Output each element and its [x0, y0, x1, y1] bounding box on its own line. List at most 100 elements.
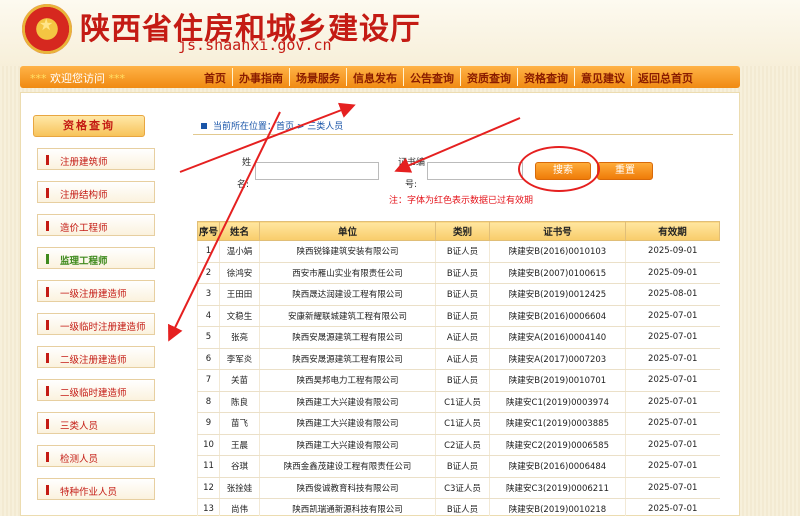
welcome-text: *** 欢迎您访问 ***	[30, 70, 125, 86]
nav-item-8[interactable]: 返回总首页	[631, 68, 699, 86]
sidebar-bullet-icon	[46, 452, 49, 462]
sidebar-item-label: 一级临时注册建造师	[60, 322, 146, 333]
sidebar-item-label: 一级注册建造师	[60, 289, 127, 300]
table-cell: 陕建安B(2016)0006604	[489, 305, 626, 327]
table-cell: 陕西凯瑞通新源科技有限公司	[259, 498, 436, 516]
table-cell: 2025-07-01	[625, 477, 720, 499]
sidebar-title-text: 资格查询	[63, 119, 115, 132]
table-row: 6 李军炎 陕西安晟源建筑工程有限公司 A证人员 陕建安A(2017)0007203 20…	[197, 348, 720, 370]
cert-number-input[interactable]	[427, 162, 523, 180]
sidebar-title: 资格查询	[33, 115, 145, 137]
table-row: 12 张拴娃 陕西俊诚教育科技有限公司 C3证人员 陕建安C3(2019)0006211…	[197, 477, 720, 499]
sidebar-item-label: 监理工程师	[60, 256, 108, 267]
sidebar: 资格查询 注册建筑师注册结构师造价工程师监理工程师一级注册建造师一级临时注册建造…	[33, 115, 165, 500]
table-cell: 关苗	[219, 369, 260, 392]
nav-item-0[interactable]: 首页	[198, 68, 232, 86]
table-cell: 尚伟	[219, 498, 260, 516]
table-cell: 11	[197, 455, 220, 478]
sidebar-item-label: 检测人员	[60, 454, 99, 465]
sidebar-item-10[interactable]: 特种作业人员	[37, 478, 155, 500]
table-cell: 7	[197, 369, 220, 392]
nav-item-7[interactable]: 意见建议	[574, 68, 631, 86]
nav-item-1[interactable]: 办事指南	[232, 68, 289, 86]
sidebar-item-1[interactable]: 注册结构师	[37, 181, 155, 203]
name-label-line1: 姓	[242, 158, 252, 168]
table-cell: 谷琪	[219, 455, 260, 478]
nav-item-6[interactable]: 资格查询	[517, 68, 574, 86]
sidebar-item-label: 二级注册建造师	[60, 355, 127, 366]
table-cell: 陕西建工大兴建设有限公司	[259, 391, 436, 413]
sidebar-item-8[interactable]: 三类人员	[37, 412, 155, 434]
column-header: 证书号	[489, 221, 626, 241]
table-row: 13 尚伟 陕西凯瑞通新源科技有限公司 B证人员 陕建安B(2019)0010218 20…	[197, 498, 720, 516]
site-header: 陕西省住房和城乡建设厅 js.shaanxi.gov.cn	[0, 0, 800, 66]
nav-item-5[interactable]: 资质查询	[460, 68, 517, 86]
table-row: 1 温小娟 陕西锐锋建筑安装有限公司 B证人员 陕建安B(2016)0010103 202…	[197, 240, 720, 263]
table-body: 1 温小娟 陕西锐锋建筑安装有限公司 B证人员 陕建安B(2016)0010103 202…	[197, 240, 720, 516]
sidebar-item-label: 三类人员	[60, 421, 99, 432]
table-row: 7 关苗 陕西昊邦电力工程有限公司 B证人员 陕建安B(2019)0010701 2025…	[197, 369, 720, 392]
cert-label-line2: 号:	[405, 180, 418, 190]
sidebar-bullet-icon	[46, 287, 49, 297]
sidebar-item-label: 二级临时建造师	[60, 388, 127, 399]
sidebar-item-9[interactable]: 检测人员	[37, 445, 155, 467]
main-navbar: *** 欢迎您访问 *** 首页 办事指南 场景服务 信息发布 公告查询 资质查询 资格查询…	[20, 66, 740, 88]
sidebar-item-2[interactable]: 造价工程师	[37, 214, 155, 236]
table-cell: 陕建安C1(2019)0003974	[489, 391, 626, 413]
nav-item-3[interactable]: 信息发布	[346, 68, 403, 86]
sidebar-item-0[interactable]: 注册建筑师	[37, 148, 155, 170]
table-cell: 9	[197, 412, 220, 435]
nav-item-4[interactable]: 公告查询	[403, 68, 460, 86]
breadcrumb: 当前所在位置：首页 > 三类人员	[201, 119, 343, 132]
sidebar-items: 注册建筑师注册结构师造价工程师监理工程师一级注册建造师一级临时注册建造师 二级注册…	[33, 148, 165, 500]
table-cell: 陕建安C2(2019)0006585	[489, 434, 626, 456]
table-cell: 王晨	[219, 434, 260, 456]
table-cell: 2025-07-01	[625, 498, 720, 516]
breadcrumb-home-link[interactable]: 首页	[276, 122, 294, 132]
sidebar-item-4[interactable]: 一级注册建造师	[37, 280, 155, 302]
column-header: 有效期	[625, 221, 720, 241]
breadcrumb-separator: >	[294, 122, 308, 132]
content-panel: 资格查询 注册建筑师注册结构师造价工程师监理工程师一级注册建造师一级临时注册建造…	[20, 92, 740, 516]
reset-button[interactable]: 重置	[597, 162, 653, 180]
table-cell: B证人员	[435, 455, 490, 478]
table-cell: 陕西建工大兴建设有限公司	[259, 412, 436, 435]
table-cell: 王田田	[219, 283, 260, 306]
table-cell: 2025-07-01	[625, 369, 720, 392]
sidebar-bullet-icon	[46, 320, 49, 330]
welcome-stars-left: ***	[30, 72, 47, 85]
sidebar-item-6[interactable]: 二级注册建造师	[37, 346, 155, 368]
sidebar-bullet-icon	[46, 221, 49, 231]
sidebar-item-5[interactable]: 一级临时注册建造师	[37, 313, 155, 335]
table-cell: 西安市雁山实业有限责任公司	[259, 262, 436, 284]
name-input[interactable]	[255, 162, 379, 180]
table-cell: 陕西安晟源建筑工程有限公司	[259, 348, 436, 370]
expired-note: 注：字体为红色表示数据已过有效期	[389, 196, 534, 206]
table-row: 8 陈良 陕西建工大兴建设有限公司 C1证人员 陕建安C1(2019)0003974 20…	[197, 391, 720, 413]
sidebar-item-7[interactable]: 二级临时建造师	[37, 379, 155, 401]
breadcrumb-divider	[193, 134, 733, 135]
table-cell: 陕西金鑫茂建设工程有限责任公司	[259, 455, 436, 478]
nav-menu: 首页 办事指南 场景服务 信息发布 公告查询 资质查询 资格查询 意见建议 返回总首页	[198, 68, 699, 86]
table-cell: 陕建安B(2019)0012425	[489, 283, 626, 306]
table-cell: 陕西安晟源建筑工程有限公司	[259, 326, 436, 349]
table-cell: 陈良	[219, 391, 260, 413]
sidebar-item-label: 注册结构师	[60, 190, 108, 201]
table-cell: 5	[197, 326, 220, 349]
table-cell: 陕建安B(2016)0010103	[489, 240, 626, 263]
table-row: 10 王晨 陕西建工大兴建设有限公司 C2证人员 陕建安C2(2019)0006585 2…	[197, 434, 720, 456]
table-cell: 6	[197, 348, 220, 370]
table-cell: 陕西建工大兴建设有限公司	[259, 434, 436, 456]
sidebar-item-3[interactable]: 监理工程师	[37, 247, 155, 269]
table-row: 3 王田田 陕西晟达润建设工程有限公司 B证人员 陕建安B(2019)0012425 20…	[197, 283, 720, 306]
table-row: 11 谷琪 陕西金鑫茂建设工程有限责任公司 B证人员 陕建安B(2016)0006484…	[197, 455, 720, 478]
table-cell: 安康新耀联城建筑工程有限公司	[259, 305, 436, 327]
table-cell: 陕西锐锋建筑安装有限公司	[259, 240, 436, 263]
table-cell: 陕西晟达润建设工程有限公司	[259, 283, 436, 306]
sidebar-bullet-icon	[46, 419, 49, 429]
table-cell: 温小娟	[219, 240, 260, 263]
table-cell: 陕建安B(2019)0010218	[489, 498, 626, 516]
table-cell: B证人员	[435, 240, 490, 263]
nav-item-2[interactable]: 场景服务	[289, 68, 346, 86]
table-cell: 2025-07-01	[625, 391, 720, 413]
